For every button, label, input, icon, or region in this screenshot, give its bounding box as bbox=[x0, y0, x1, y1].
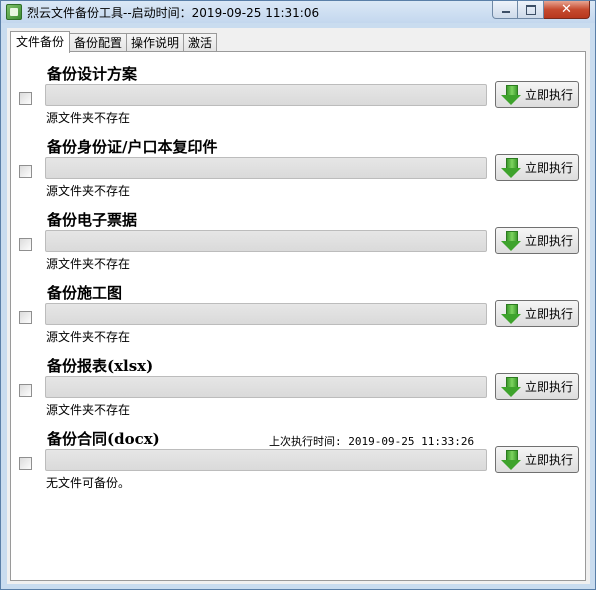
task-status: 源文件夹不存在 bbox=[46, 330, 131, 344]
download-arrow-icon bbox=[500, 303, 522, 325]
execute-button-label: 立即执行 bbox=[525, 88, 574, 102]
task-checkbox[interactable] bbox=[19, 238, 32, 251]
execute-button-label: 立即执行 bbox=[525, 307, 574, 321]
file-backup-panel: 备份设计方案 源文件夹不存在 立即执行 备份身份证/户口本复印件 源文件夹不存在… bbox=[10, 51, 586, 581]
backup-task-row: 备份合同(docx) 上次执行时间: 2019-09-25 11:33:26 无… bbox=[11, 428, 585, 492]
download-arrow-icon bbox=[500, 157, 522, 179]
app-icon bbox=[6, 4, 22, 20]
task-progress-bar bbox=[45, 303, 487, 325]
execute-now-button[interactable]: 立即执行 bbox=[495, 446, 579, 473]
task-checkbox[interactable] bbox=[19, 457, 32, 470]
window-title: 烈云文件备份工具--启动时间：2019-09-25 11:31:06 bbox=[27, 6, 320, 20]
task-checkbox[interactable] bbox=[19, 92, 32, 105]
task-status: 无文件可备份。 bbox=[46, 476, 131, 490]
task-progress-bar bbox=[45, 84, 487, 106]
app-window: 烈云文件备份工具--启动时间：2019-09-25 11:31:06 ✕ 文件备… bbox=[0, 0, 596, 590]
task-checkbox[interactable] bbox=[19, 311, 32, 324]
window-controls: ✕ bbox=[492, 1, 590, 19]
task-title: 备份设计方案 bbox=[47, 65, 138, 83]
maximize-button[interactable] bbox=[518, 1, 544, 19]
task-title: 备份施工图 bbox=[47, 284, 123, 302]
download-arrow-icon bbox=[500, 449, 522, 471]
execute-now-button[interactable]: 立即执行 bbox=[495, 373, 579, 400]
task-progress-bar bbox=[45, 376, 487, 398]
backup-task-row: 备份电子票据 源文件夹不存在 立即执行 bbox=[11, 209, 585, 273]
minimize-button[interactable] bbox=[492, 1, 518, 19]
title-bar[interactable]: 烈云文件备份工具--启动时间：2019-09-25 11:31:06 ✕ bbox=[1, 1, 595, 23]
task-title: 备份电子票据 bbox=[47, 211, 138, 229]
backup-task-row: 备份身份证/户口本复印件 源文件夹不存在 立即执行 bbox=[11, 136, 585, 200]
task-progress-bar bbox=[45, 157, 487, 179]
task-status: 源文件夹不存在 bbox=[46, 184, 131, 198]
client-area: 文件备份 备份配置 操作说明 激活 备份设计方案 源文件夹不存在 立即执行 备份… bbox=[7, 28, 590, 584]
download-arrow-icon bbox=[500, 230, 522, 252]
execute-button-label: 立即执行 bbox=[525, 234, 574, 248]
execute-button-label: 立即执行 bbox=[525, 453, 574, 467]
task-checkbox[interactable] bbox=[19, 384, 32, 397]
close-button[interactable]: ✕ bbox=[544, 1, 590, 19]
task-title: 备份合同(docx) bbox=[47, 430, 160, 448]
execute-now-button[interactable]: 立即执行 bbox=[495, 154, 579, 181]
execute-now-button[interactable]: 立即执行 bbox=[495, 227, 579, 254]
tab-file-backup[interactable]: 文件备份 bbox=[10, 31, 71, 53]
backup-task-row: 备份报表(xlsx) 源文件夹不存在 立即执行 bbox=[11, 355, 585, 419]
download-arrow-icon bbox=[500, 376, 522, 398]
task-title: 备份身份证/户口本复印件 bbox=[47, 138, 218, 156]
tab-backup-config[interactable]: 备份配置 bbox=[70, 33, 128, 52]
execute-now-button[interactable]: 立即执行 bbox=[495, 300, 579, 327]
backup-task-row: 备份设计方案 源文件夹不存在 立即执行 bbox=[11, 63, 585, 127]
task-progress-bar bbox=[45, 449, 487, 471]
task-title: 备份报表(xlsx) bbox=[47, 357, 154, 375]
task-checkbox[interactable] bbox=[19, 165, 32, 178]
execute-now-button[interactable]: 立即执行 bbox=[495, 81, 579, 108]
backup-task-row: 备份施工图 源文件夹不存在 立即执行 bbox=[11, 282, 585, 346]
task-status: 源文件夹不存在 bbox=[46, 257, 131, 271]
task-progress-bar bbox=[45, 230, 487, 252]
execute-button-label: 立即执行 bbox=[525, 161, 574, 175]
tab-instructions[interactable]: 操作说明 bbox=[127, 33, 185, 52]
execute-button-label: 立即执行 bbox=[525, 380, 574, 394]
tab-activate[interactable]: 激活 bbox=[184, 33, 218, 52]
task-status: 源文件夹不存在 bbox=[46, 403, 131, 417]
download-arrow-icon bbox=[500, 84, 522, 106]
task-status: 源文件夹不存在 bbox=[46, 111, 131, 125]
tab-strip: 文件备份 备份配置 操作说明 激活 bbox=[10, 31, 218, 53]
last-run-time: 上次执行时间: 2019-09-25 11:33:26 bbox=[269, 435, 475, 448]
